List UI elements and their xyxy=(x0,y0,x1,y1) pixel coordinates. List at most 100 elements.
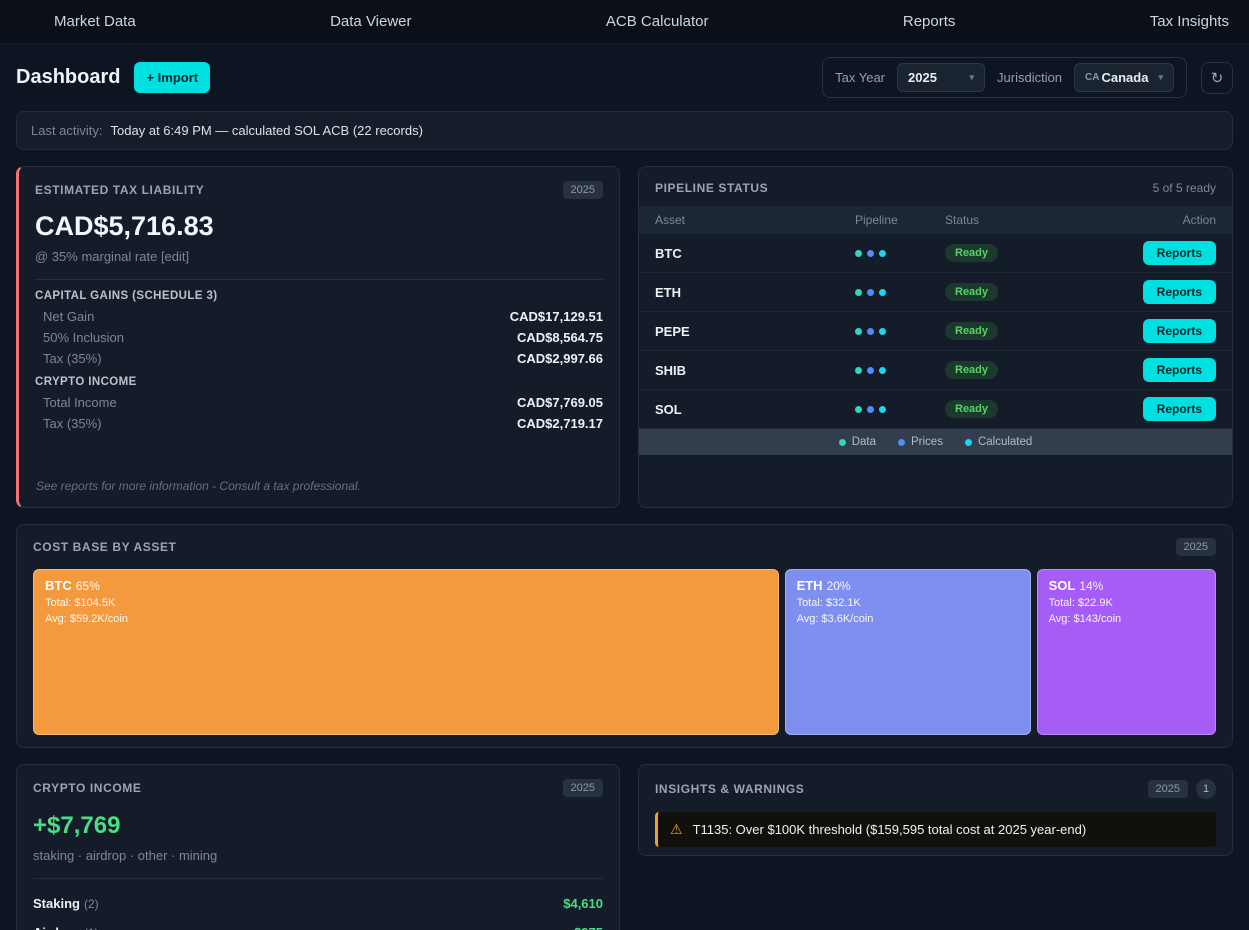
treemap-avg: Avg: $3.6K/coin xyxy=(797,612,1019,628)
asset-label: ETH xyxy=(655,285,855,300)
line-label: Net Gain xyxy=(43,309,94,324)
income-total: +$7,769 xyxy=(33,812,603,840)
calculated-dot xyxy=(879,367,886,374)
nav-acb-calculator[interactable]: ACB Calculator xyxy=(600,13,715,30)
pipeline-row: SHIB Ready Reports xyxy=(639,351,1232,390)
reports-button[interactable]: Reports xyxy=(1143,397,1216,421)
line-value: CAD$17,129.51 xyxy=(510,309,603,324)
insights-warnings-card: INSIGHTS & WARNINGS 2025 1 ⚠ T1135: Over… xyxy=(638,764,1233,856)
line-label: Tax (35%) xyxy=(43,416,102,431)
col-asset: Asset xyxy=(655,213,855,227)
jurisdiction-select[interactable]: CA Canada ▾ xyxy=(1074,63,1174,92)
income-row-count: (2) xyxy=(84,897,99,911)
reports-button[interactable]: Reports xyxy=(1143,241,1216,265)
import-button[interactable]: + Import xyxy=(134,62,210,93)
insights-card-title: INSIGHTS & WARNINGS xyxy=(655,782,804,796)
data-dot xyxy=(855,250,862,257)
income-row-value: $4,610 xyxy=(563,896,603,911)
nav-data-viewer[interactable]: Data Viewer xyxy=(324,13,417,30)
pipeline-dots xyxy=(855,367,945,374)
tax-line: Tax (35%) CAD$2,719.17 xyxy=(35,413,603,434)
data-dot xyxy=(855,289,862,296)
prices-dot xyxy=(867,406,874,413)
top-nav: Market Data Data Viewer ACB Calculator R… xyxy=(0,0,1249,44)
nav-market-data[interactable]: Market Data xyxy=(48,13,142,30)
pipeline-row: BTC Ready Reports xyxy=(639,234,1232,273)
last-activity-bar: Last activity: Today at 6:49 PM — calcul… xyxy=(16,111,1233,150)
asset-label: SOL xyxy=(655,402,855,417)
chevron-down-icon: ▾ xyxy=(1158,72,1163,83)
col-action: Action xyxy=(1085,213,1216,227)
pipeline-dots xyxy=(855,289,945,296)
reports-button[interactable]: Reports xyxy=(1143,280,1216,304)
ready-badge: Ready xyxy=(945,244,998,262)
income-row-value: $975 xyxy=(574,925,603,930)
income-row-label: Airdrop xyxy=(33,925,80,930)
warning-icon: ⚠ xyxy=(670,821,683,838)
treemap-avg: Avg: $143/coin xyxy=(1049,612,1204,628)
nav-tax-insights[interactable]: Tax Insights xyxy=(1144,13,1235,30)
calculated-dot xyxy=(965,439,972,446)
treemap-block-eth[interactable]: ETH20% Total: $32.1K Avg: $3.6K/coin xyxy=(785,569,1031,735)
page-title: Dashboard xyxy=(16,66,120,89)
line-label: 50% Inclusion xyxy=(43,330,124,345)
line-label: Tax (35%) xyxy=(43,351,102,366)
divider xyxy=(33,878,603,879)
country-code-badge: CA xyxy=(1085,72,1099,83)
tax-amount: CAD$5,716.83 xyxy=(35,211,603,242)
tax-card-title: ESTIMATED TAX LIABILITY xyxy=(35,183,204,197)
reports-button[interactable]: Reports xyxy=(1143,319,1216,343)
treemap-block-sol[interactable]: SOL14% Total: $22.9K Avg: $143/coin xyxy=(1037,569,1216,735)
calculated-dot xyxy=(879,328,886,335)
ready-badge: Ready xyxy=(945,283,998,301)
line-value: CAD$2,997.66 xyxy=(517,351,603,366)
prices-dot xyxy=(867,367,874,374)
ready-count: 5 of 5 ready xyxy=(1153,181,1216,195)
chevron-down-icon: ▾ xyxy=(969,72,974,83)
tax-year-value: 2025 xyxy=(908,70,937,85)
tax-year-select[interactable]: 2025 ▾ xyxy=(897,63,985,92)
calculated-dot xyxy=(879,250,886,257)
treemap-percent: 65% xyxy=(76,579,100,593)
income-year-badge: 2025 xyxy=(563,779,603,797)
tax-footnote: See reports for more information - Consu… xyxy=(36,479,361,493)
edit-rate-link[interactable]: [edit] xyxy=(161,249,189,264)
data-dot xyxy=(855,406,862,413)
pipeline-dots xyxy=(855,250,945,257)
data-dot xyxy=(839,439,846,446)
prices-dot xyxy=(867,289,874,296)
income-row-count: (1) xyxy=(84,926,99,930)
treemap-asset-label: BTC xyxy=(45,578,72,593)
tax-line: Net Gain CAD$17,129.51 xyxy=(35,306,603,327)
line-value: CAD$2,719.17 xyxy=(517,416,603,431)
line-label: Total Income xyxy=(43,395,117,410)
tax-year-badge: 2025 xyxy=(563,181,603,199)
ready-badge: Ready xyxy=(945,400,998,418)
calculated-dot xyxy=(879,406,886,413)
cost-base-card: COST BASE BY ASSET 2025 BTC65% Total: $1… xyxy=(16,524,1233,748)
nav-reports[interactable]: Reports xyxy=(897,13,962,30)
treemap-block-btc[interactable]: BTC 65% Total: $104.5K Avg: $59.2K/coin xyxy=(33,569,779,735)
treemap-chart: BTC 65% Total: $104.5K Avg: $59.2K/coin E… xyxy=(33,569,1216,735)
crypto-income-title: CRYPTO INCOME xyxy=(35,376,603,388)
asset-label: SHIB xyxy=(655,363,855,378)
tax-line: Total Income CAD$7,769.05 xyxy=(35,392,603,413)
cost-base-title: COST BASE BY ASSET xyxy=(33,540,177,554)
dashboard-page: Market Data Data Viewer ACB Calculator R… xyxy=(0,0,1249,930)
pipeline-row: SOL Ready Reports xyxy=(639,390,1232,429)
pipeline-status-card: PIPELINE STATUS 5 of 5 ready Asset Pipel… xyxy=(638,166,1233,508)
divider xyxy=(35,279,603,280)
t1135-warning: ⚠ T1135: Over $100K threshold ($159,595 … xyxy=(655,812,1216,847)
bottom-cards-row: CRYPTO INCOME 2025 +$7,769 staking · air… xyxy=(16,764,1233,930)
income-row: Airdrop (1) $975 xyxy=(33,918,603,930)
reports-button[interactable]: Reports xyxy=(1143,358,1216,382)
treemap-total: Total: $104.5K xyxy=(45,596,767,612)
refresh-button[interactable]: ↻ xyxy=(1201,62,1233,94)
pipeline-dots xyxy=(855,328,945,335)
treemap-avg: Avg: $59.2K/coin xyxy=(45,612,767,628)
jurisdiction-label: Jurisdiction xyxy=(997,70,1062,85)
activity-label: Last activity: xyxy=(31,123,103,138)
treemap-total: Total: $32.1K xyxy=(797,596,1019,612)
line-value: CAD$7,769.05 xyxy=(517,395,603,410)
treemap-total: Total: $22.9K xyxy=(1049,596,1204,612)
